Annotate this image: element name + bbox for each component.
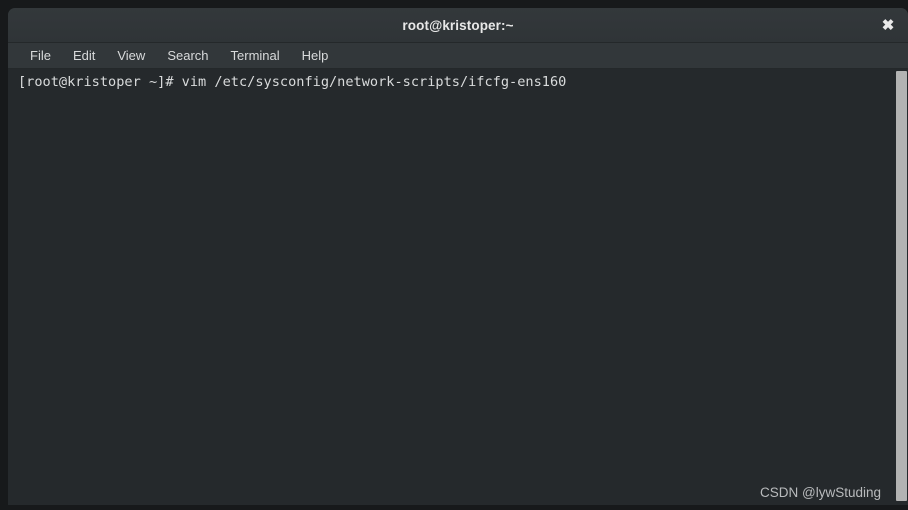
menu-item-edit[interactable]: Edit (62, 46, 106, 66)
terminal-scrollbar[interactable] (895, 69, 908, 505)
menu-item-search[interactable]: Search (156, 46, 219, 66)
menu-item-terminal[interactable]: Terminal (220, 46, 291, 66)
menu-item-file[interactable]: File (19, 46, 62, 66)
title-bar[interactable]: root@kristoper:~ ✖ (8, 8, 908, 43)
menu-item-view[interactable]: View (106, 46, 156, 66)
menu-bar: File Edit View Search Terminal Help (8, 43, 908, 69)
close-icon[interactable]: ✖ (877, 14, 899, 36)
window-title: root@kristoper:~ (402, 17, 514, 33)
terminal-command-line: [root@kristoper ~]# vim /etc/sysconfig/n… (18, 74, 567, 90)
terminal-output-area[interactable]: [root@kristoper ~]# vim /etc/sysconfig/n… (8, 69, 908, 505)
watermark: CSDN @lywStuding (760, 485, 881, 500)
screen: root@kristoper:~ ✖ File Edit View Search… (0, 0, 908, 510)
terminal-window: root@kristoper:~ ✖ File Edit View Search… (8, 8, 908, 505)
scrollbar-thumb[interactable] (896, 71, 907, 501)
menu-item-help[interactable]: Help (291, 46, 340, 66)
